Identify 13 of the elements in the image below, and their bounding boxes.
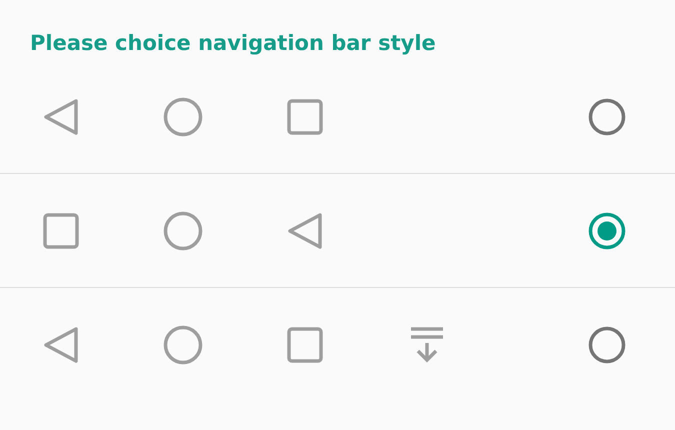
- circle-icon: [163, 325, 203, 365]
- triangle-icon: [43, 98, 79, 136]
- square-icon: [43, 212, 79, 248]
- circle-icon: [163, 210, 203, 250]
- square-icon: [287, 327, 323, 363]
- radio-button[interactable]: [587, 96, 627, 136]
- square-icon: [287, 98, 323, 134]
- circle-icon: [163, 96, 203, 136]
- triangle-icon: [287, 212, 323, 250]
- dialog-title: Please choice navigation bar style: [29, 30, 437, 57]
- triangle-icon: [43, 326, 79, 364]
- radio-button[interactable]: [587, 325, 627, 365]
- radio-button[interactable]: [587, 210, 627, 250]
